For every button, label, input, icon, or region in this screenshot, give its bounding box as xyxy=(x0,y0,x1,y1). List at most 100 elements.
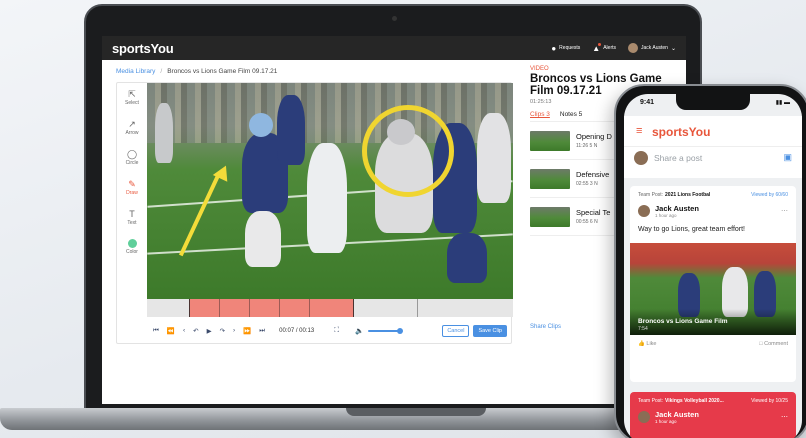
replay-icon[interactable]: ↶ xyxy=(193,327,198,335)
tool-label: Text xyxy=(127,220,137,226)
alerts-label: Alerts xyxy=(603,45,616,51)
requests-label: Requests xyxy=(559,45,581,51)
volume-control[interactable]: 🔈 xyxy=(355,327,403,335)
step-back-button[interactable]: ‹ xyxy=(183,327,185,335)
speaker-icon[interactable]: 🔈 xyxy=(355,327,364,335)
phone-brand-logo[interactable]: sportsYou xyxy=(652,125,710,139)
timeline-tick xyxy=(219,299,220,317)
play-button[interactable]: ▶ xyxy=(207,327,212,335)
comment-icon: □ xyxy=(759,341,763,347)
comment-label: Comment xyxy=(764,341,788,347)
breadcrumb: Media Library / Broncos vs Lions Game Fi… xyxy=(116,68,277,75)
brand-logo[interactable]: sportsYou xyxy=(112,41,174,56)
drawn-circle[interactable] xyxy=(362,105,454,197)
like-button[interactable]: 👍 Like xyxy=(638,341,656,347)
video-frame[interactable] xyxy=(147,83,513,299)
hamburger-menu-icon[interactable]: ≡ xyxy=(636,126,642,137)
camera-icon[interactable]: ▣ xyxy=(783,152,792,163)
tool-label: Circle xyxy=(125,160,139,166)
post-time: 1 hour ago xyxy=(655,213,677,218)
post-author: Jack Austen 1 hour ago ⋯ xyxy=(630,404,796,424)
volume-knob[interactable] xyxy=(396,328,403,334)
author-name[interactable]: Jack Austen xyxy=(655,204,699,213)
forward-loop-icon[interactable]: ↷ xyxy=(220,327,225,335)
camera-dot xyxy=(392,16,397,21)
post-video[interactable]: Broncos vs Lions Game Film 7:54 xyxy=(630,243,796,335)
timeline-handle[interactable] xyxy=(189,299,190,317)
player-figure xyxy=(447,233,487,283)
comment-button[interactable]: □ Comment xyxy=(759,341,788,347)
share-post-bar[interactable]: Share a post ▣ xyxy=(624,146,802,168)
team-name[interactable]: 2021 Lions Footbal xyxy=(665,192,710,198)
avatar xyxy=(628,43,638,53)
alerts-link[interactable]: ▲ Alerts xyxy=(592,42,616,53)
viewed-count[interactable]: Viewed by 60/60 xyxy=(751,192,788,198)
bell-icon: ▲ xyxy=(592,42,602,53)
clip-name: Opening D xyxy=(576,132,612,141)
fullscreen-icon[interactable]: ⛶ xyxy=(334,327,339,335)
laptop-screen: sportsYou ● Requests ▲ Alerts Jack Auste… xyxy=(102,36,686,404)
author-name[interactable]: Jack Austen xyxy=(655,410,699,419)
fast-forward-button[interactable]: ⏩ xyxy=(243,327,251,335)
cursor-icon: ⇱ xyxy=(128,89,136,99)
post-actions: 👍 Like □ Comment xyxy=(630,335,796,353)
post-text: Way to go Lions, great team effort! xyxy=(638,226,745,233)
requests-link[interactable]: ● Requests xyxy=(551,44,580,53)
volume-slider[interactable] xyxy=(367,328,403,334)
tool-arrow[interactable]: ↗ Arrow xyxy=(117,119,147,136)
share-clips-link[interactable]: Share Clips xyxy=(530,324,561,330)
app-header: sportsYou ● Requests ▲ Alerts Jack Auste… xyxy=(102,36,686,60)
clip-meta: 11:26 5 N xyxy=(576,143,598,149)
save-clip-button[interactable]: Save Clip xyxy=(473,325,507,337)
player-figure xyxy=(477,113,511,203)
avatar[interactable] xyxy=(638,411,650,423)
tool-text[interactable]: T Text xyxy=(117,209,147,226)
header-actions: ● Requests ▲ Alerts Jack Austen ⌄ xyxy=(551,42,676,53)
cancel-button[interactable]: Cancel xyxy=(442,325,470,337)
transport-buttons: ⏮ ⏪ ‹ ↶ ▶ ↷ › ⏩ ⏭ xyxy=(153,327,265,335)
video-title: Broncos vs Lions Game Film xyxy=(638,318,728,325)
circle-icon: ◯ xyxy=(126,149,138,159)
timeline-selection[interactable] xyxy=(189,299,353,317)
player-legs xyxy=(245,211,281,267)
clip-timeline[interactable] xyxy=(147,299,513,317)
user-name: Jack Austen xyxy=(641,45,668,51)
tool-color[interactable]: Color xyxy=(117,239,147,255)
feed-post: Team Post: 2021 Lions Footbal Viewed by … xyxy=(630,186,796,382)
more-icon[interactable]: ⋯ xyxy=(781,207,788,215)
rewind-button[interactable]: ⏪ xyxy=(167,327,175,335)
viewed-count[interactable]: Viewed by 10/25 xyxy=(751,398,788,404)
share-post-input[interactable]: Share a post xyxy=(654,153,702,163)
player-figure xyxy=(277,95,305,165)
breadcrumb-media-library[interactable]: Media Library xyxy=(116,68,155,75)
more-icon[interactable]: ⋯ xyxy=(781,413,788,421)
breadcrumb-separator: / xyxy=(160,68,163,75)
playhead[interactable] xyxy=(417,299,418,317)
phone-app-header: ≡ sportsYou Share a post ▣ xyxy=(624,116,802,178)
post-team-header: Team Post: Vikings Volleyball 2020... Vi… xyxy=(630,392,796,404)
post-team-header: Team Post: 2021 Lions Footbal Viewed by … xyxy=(630,186,796,198)
team-post-label: Team Post: xyxy=(638,398,664,404)
team-name[interactable]: Vikings Volleyball 2020... xyxy=(665,398,724,404)
user-menu[interactable]: Jack Austen ⌄ xyxy=(628,43,676,53)
annotation-toolbar: ⇱ Select ↗ Arrow ◯ Circle ✎ Draw T Text … xyxy=(117,83,147,303)
tab-notes[interactable]: Notes 5 xyxy=(560,111,582,118)
clip-meta: 00:55 6 N xyxy=(576,219,598,225)
tool-circle[interactable]: ◯ Circle xyxy=(117,149,147,166)
clip-thumbnail xyxy=(530,130,570,151)
drawn-arrow[interactable] xyxy=(178,173,221,257)
skip-end-button[interactable]: ⏭ xyxy=(259,327,265,335)
timeline-tick xyxy=(309,299,310,317)
tool-draw[interactable]: ✎ Draw xyxy=(117,179,147,196)
phone-screen: 9:41 ▮▮ ▬ ≡ sportsYou Share a post ▣ Tea… xyxy=(624,94,802,438)
tool-select[interactable]: ⇱ Select xyxy=(117,89,147,106)
breadcrumb-current: Broncos vs Lions Game Film 09.17.21 xyxy=(167,68,278,75)
tab-clips[interactable]: Clips 3 xyxy=(530,111,550,118)
post-author: Jack Austen 1 hour ago ⋯ xyxy=(630,198,796,218)
step-forward-button[interactable]: › xyxy=(233,327,235,335)
avatar[interactable] xyxy=(638,205,650,217)
skip-start-button[interactable]: ⏮ xyxy=(153,327,159,335)
thumbs-up-icon: 👍 xyxy=(638,341,645,347)
player-controls: ⏮ ⏪ ‹ ↶ ▶ ↷ › ⏩ ⏭ 00:07 / 00:13 ⛶ 🔈 Canc… xyxy=(147,321,513,341)
timeline-handle[interactable] xyxy=(353,299,354,317)
